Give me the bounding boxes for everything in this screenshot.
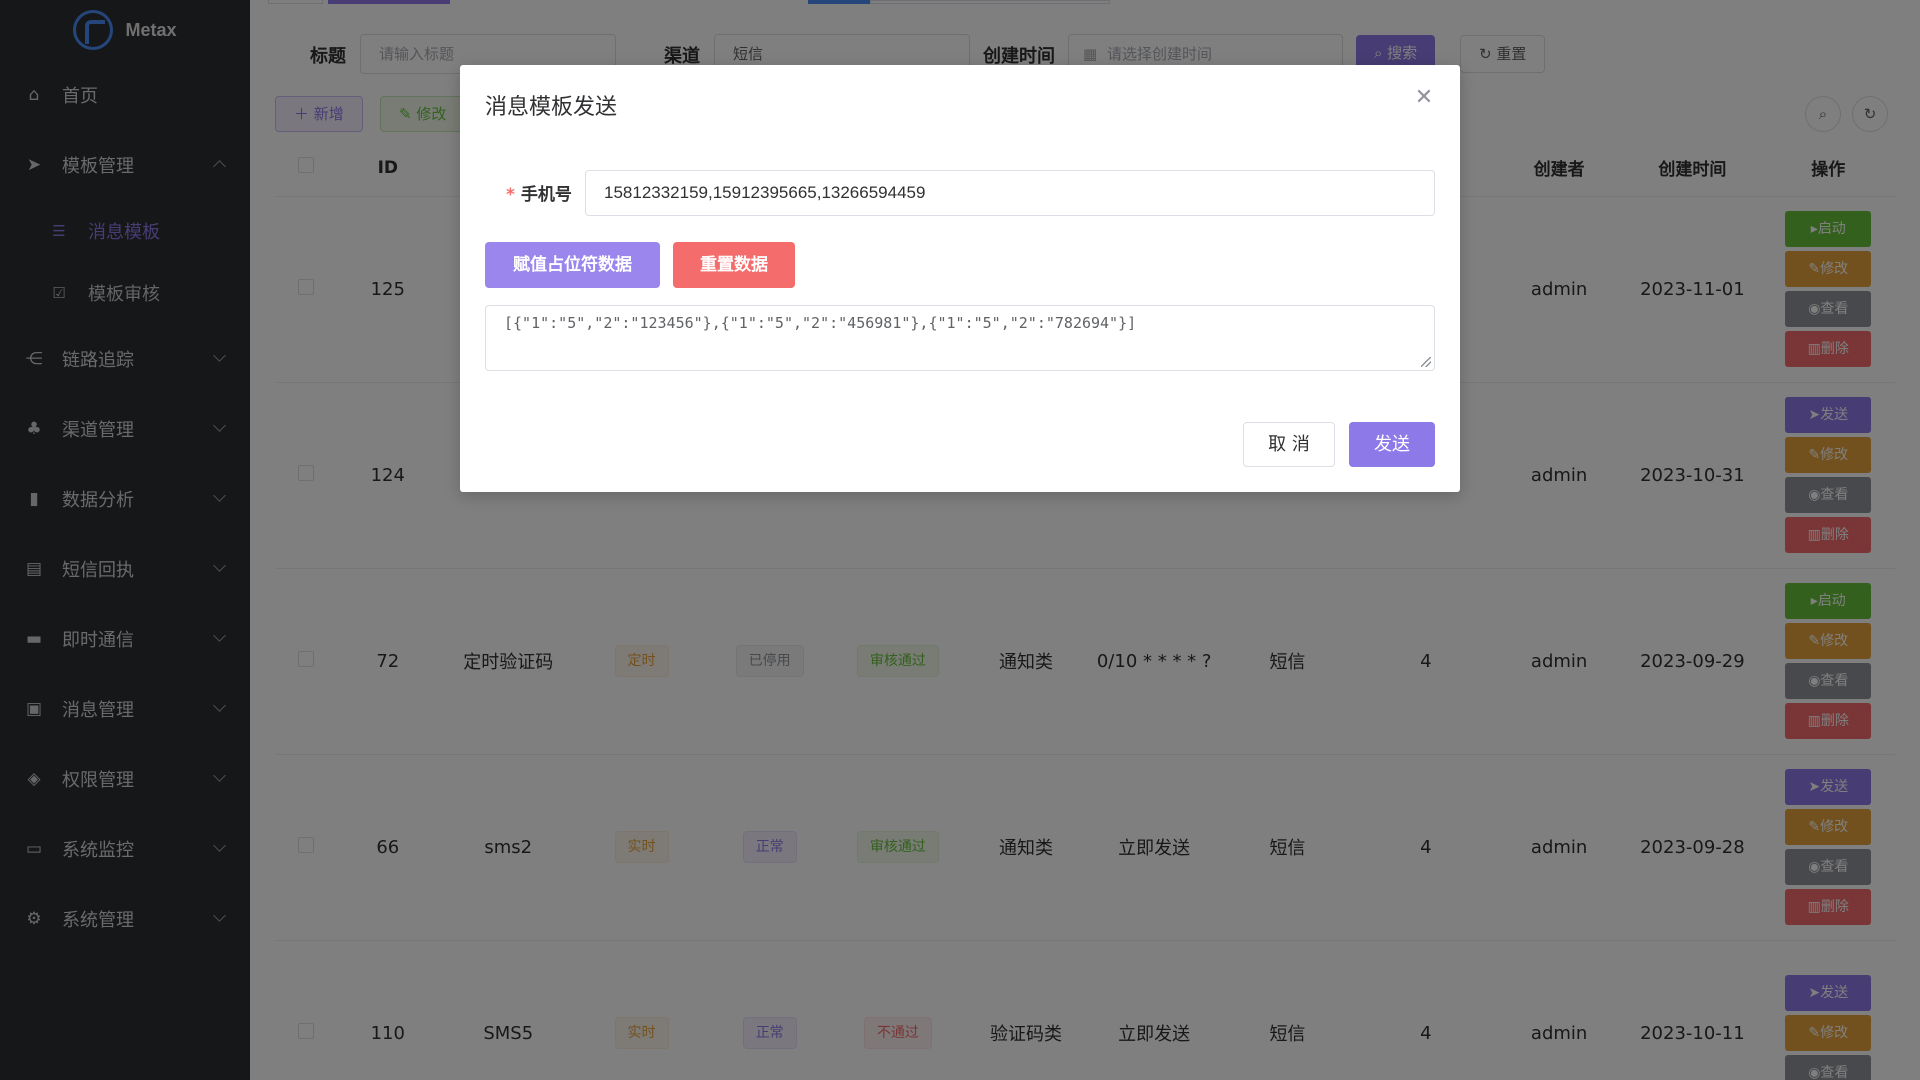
send-button[interactable]: 发送 (1349, 422, 1435, 467)
dialog-title: 消息模板发送 (485, 95, 618, 120)
assign-placeholder-button[interactable]: 赋值占位符数据 (485, 242, 660, 288)
payload-textarea[interactable]: [{"1":"5","2":"123456"},{"1":"5","2":"45… (485, 305, 1435, 371)
resize-handle-icon[interactable] (1421, 357, 1431, 367)
cancel-button[interactable]: 取 消 (1243, 422, 1335, 467)
phone-label: * 手机号 (506, 180, 572, 205)
send-template-dialog: 消息模板发送 ✕ * 手机号 15812332159,15912395665,13… (460, 65, 1460, 492)
phone-label-text: 手机号 (520, 185, 572, 205)
reset-data-button[interactable]: 重置数据 (673, 242, 795, 288)
close-icon[interactable]: ✕ (1412, 87, 1436, 111)
phone-input[interactable]: 15812332159,15912395665,13266594459 (585, 170, 1435, 216)
payload-text: [{"1":"5","2":"123456"},{"1":"5","2":"45… (504, 314, 1137, 332)
required-asterisk: * (506, 185, 515, 205)
